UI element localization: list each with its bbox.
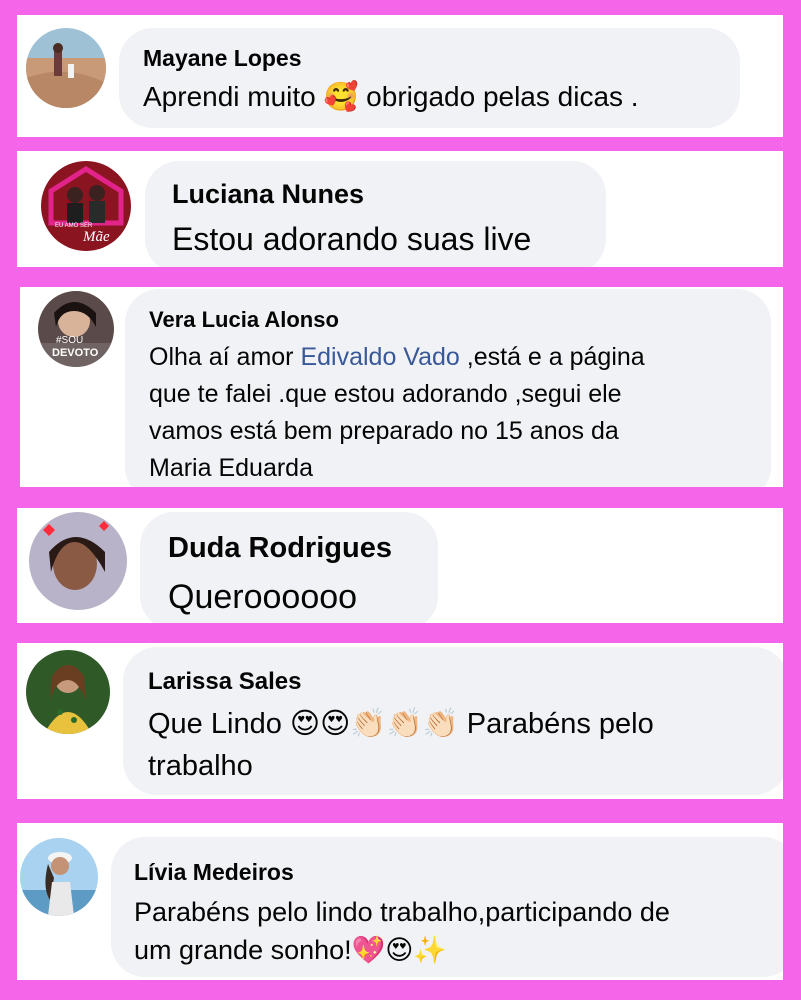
comment-text-line: que te falei .que estou adorando ,segui … bbox=[149, 380, 622, 408]
avatar[interactable] bbox=[20, 838, 98, 916]
commenter-name[interactable]: Mayane Lopes bbox=[143, 45, 302, 72]
avatar[interactable] bbox=[26, 28, 106, 108]
avatar[interactable] bbox=[26, 650, 110, 734]
comment-bubble: Vera Lucia Alonso Olha aí amor Edivaldo … bbox=[125, 289, 771, 487]
avatar-photo bbox=[29, 512, 127, 610]
comment-text-line: Que Lindo 😍😍👏🏻👏🏻👏🏻 Parabéns pelo bbox=[148, 708, 654, 740]
comment-text-line: Parabéns pelo lindo trabalho,participand… bbox=[134, 897, 670, 927]
comment-text: Olha aí amor Edivaldo Vado ,está e a pág… bbox=[149, 339, 645, 487]
avatar[interactable]: #SOU DEVOTO bbox=[38, 291, 114, 367]
avatar[interactable] bbox=[29, 512, 127, 610]
comment-text: Estou adorando suas live bbox=[172, 221, 532, 257]
comment-card: Larissa Sales Que Lindo 😍😍👏🏻👏🏻👏🏻 Parabén… bbox=[17, 643, 783, 799]
commenter-name[interactable]: Duda Rodrigues bbox=[168, 532, 392, 565]
comment-text: Parabéns pelo lindo trabalho,participand… bbox=[134, 893, 670, 969]
comment-text: Queroooooo bbox=[168, 578, 358, 616]
comment-text-line: um grande sonho!💖😍✨ bbox=[134, 935, 448, 965]
comment-text-line: Maria Eduarda bbox=[149, 454, 313, 482]
avatar-caption: Mãe bbox=[83, 229, 110, 245]
comment-card: EU AMO SER Mãe Luciana Nunes Estou adora… bbox=[17, 151, 783, 267]
avatar-caption: DEVOTO bbox=[52, 347, 99, 359]
avatar-caption: #SOU bbox=[56, 335, 84, 346]
comment-bubble: Lívia Medeiros Parabéns pelo lindo traba… bbox=[111, 837, 783, 977]
comment-text-part: ,está e a página bbox=[459, 343, 645, 371]
comment-card: #SOU DEVOTO Vera Lucia Alonso Olha aí am… bbox=[20, 287, 783, 487]
comment-bubble: Mayane Lopes Aprendi muito 🥰 obrigado pe… bbox=[119, 28, 740, 128]
commenter-name[interactable]: Vera Lucia Alonso bbox=[149, 307, 339, 333]
commenter-name[interactable]: Lívia Medeiros bbox=[134, 859, 294, 886]
commenter-name[interactable]: Larissa Sales bbox=[148, 668, 301, 696]
comment-bubble: Larissa Sales Que Lindo 😍😍👏🏻👏🏻👏🏻 Parabén… bbox=[123, 647, 783, 795]
comments-collage: { "comments": [ { "name": "Mayane Lopes"… bbox=[0, 0, 801, 1000]
avatar-photo bbox=[26, 650, 110, 734]
comment-card: Duda Rodrigues Queroooooo bbox=[17, 508, 783, 623]
comment-bubble: Luciana Nunes Estou adorando suas live bbox=[145, 161, 606, 267]
avatar-photo bbox=[26, 28, 106, 108]
mention-link[interactable]: Edivaldo Vado bbox=[300, 343, 459, 371]
comment-card: Lívia Medeiros Parabéns pelo lindo traba… bbox=[17, 823, 783, 980]
comment-text-line: vamos está bem preparado no 15 anos da bbox=[149, 417, 619, 445]
commenter-name[interactable]: Luciana Nunes bbox=[172, 179, 364, 210]
comment-text: Aprendi muito 🥰 obrigado pelas dicas . bbox=[143, 81, 639, 112]
avatar[interactable]: EU AMO SER Mãe bbox=[41, 161, 131, 251]
avatar-photo bbox=[20, 838, 98, 916]
comment-text-line: trabalho bbox=[148, 750, 253, 782]
comment-text-part: Olha aí amor bbox=[149, 343, 301, 371]
comment-card: Mayane Lopes Aprendi muito 🥰 obrigado pe… bbox=[17, 15, 783, 137]
comment-bubble: Duda Rodrigues Queroooooo bbox=[140, 512, 438, 623]
comment-text: Que Lindo 😍😍👏🏻👏🏻👏🏻 Parabéns pelo trabalh… bbox=[148, 703, 654, 787]
comment-text-line: Olha aí amor Edivaldo Vado ,está e a pág… bbox=[149, 339, 645, 376]
